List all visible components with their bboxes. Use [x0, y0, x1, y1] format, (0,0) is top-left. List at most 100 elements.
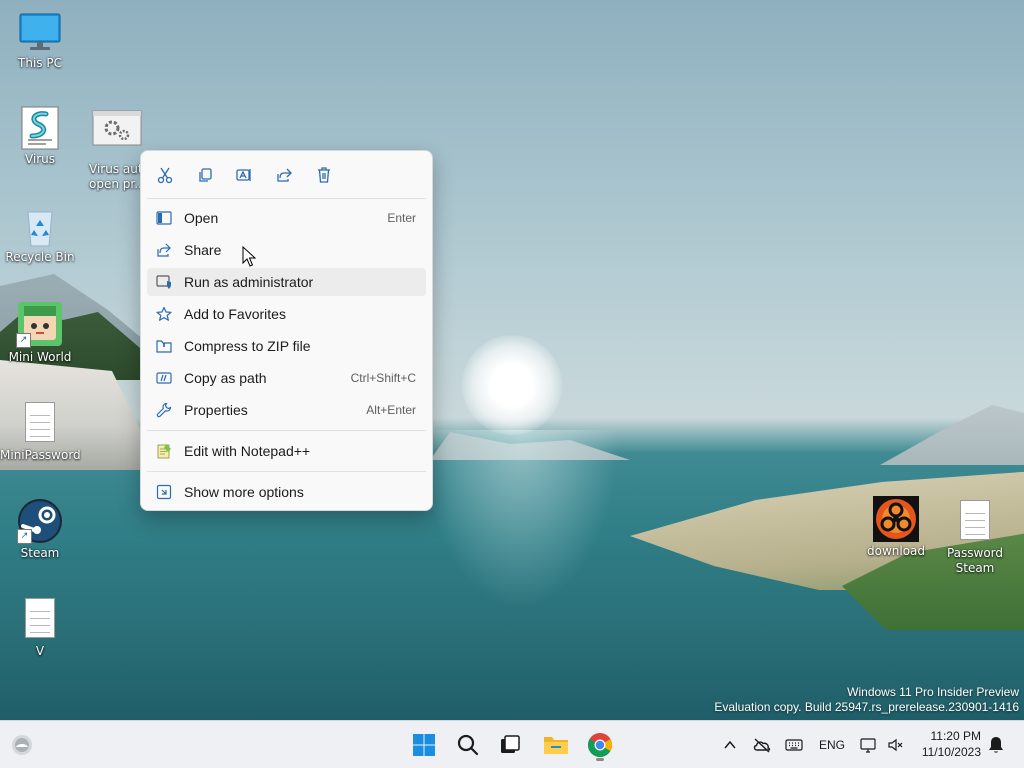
steam-icon: ↗ [17, 498, 63, 544]
context-menu: Open Enter Share Run as administrator Ad… [140, 150, 433, 511]
menu-item-label: Properties [184, 402, 248, 418]
text-file-icon [18, 598, 62, 642]
mini-world-icon: ↗ [16, 300, 64, 348]
menu-separator [147, 198, 426, 199]
onedrive-button[interactable] [752, 735, 772, 755]
more-options-icon [155, 483, 173, 501]
menu-item-properties[interactable]: Properties Alt+Enter [147, 396, 426, 424]
clock-time: 11:20 PM [930, 729, 981, 743]
chrome-icon [587, 733, 612, 758]
bell-icon [989, 737, 1003, 753]
widgets-button[interactable] [6, 729, 38, 761]
desktop-icon-v[interactable]: V [0, 598, 80, 659]
speaker-muted-icon [888, 738, 903, 752]
path-icon [155, 369, 173, 387]
desktop-icon-label: V [35, 644, 45, 658]
menu-item-show-more-options[interactable]: Show more options [147, 478, 426, 506]
menu-item-label: Edit with Notepad++ [184, 443, 311, 459]
text-file-icon [953, 500, 997, 544]
shortcut-arrow-icon: ↗ [17, 529, 32, 544]
desktop-icon-steam[interactable]: ↗ Steam [0, 498, 80, 561]
desktop-icon-password-steam[interactable]: Password Steam [935, 500, 1015, 576]
task-view-icon [501, 735, 520, 753]
copy-icon [199, 168, 212, 182]
watermark-line-2: Evaluation copy. Build 25947.rs_prerelea… [714, 700, 1019, 714]
chevron-up-icon [724, 740, 736, 749]
biohazard-icon [873, 496, 919, 542]
share-button[interactable] [270, 163, 298, 187]
menu-item-share[interactable]: Share [147, 236, 426, 264]
chrome-running-indicator [596, 758, 604, 761]
desktop-icon-recycle-bin[interactable]: Recycle Bin [0, 204, 80, 265]
menu-item-compress-zip[interactable]: Compress to ZIP file [147, 332, 426, 360]
menu-item-run-as-administrator[interactable]: Run as administrator [147, 268, 426, 296]
wallpaper-mountain-right [880, 405, 1024, 465]
cut-icon [157, 167, 173, 184]
menu-item-shortcut: Enter [387, 211, 416, 225]
menu-item-label: Run as administrator [184, 274, 314, 290]
windows-watermark: Windows 11 Pro Insider Preview Evaluatio… [714, 685, 1019, 715]
menu-item-shortcut: Ctrl+Shift+C [350, 371, 416, 385]
show-hidden-icons-button[interactable] [720, 735, 740, 755]
menu-item-label: Show more options [184, 484, 304, 500]
rename-button[interactable] [230, 163, 258, 187]
shield-icon [155, 273, 173, 291]
mouse-cursor-icon [242, 246, 256, 267]
copy-button[interactable] [191, 163, 219, 187]
menu-item-add-to-favorites[interactable]: Add to Favorites [147, 300, 426, 328]
context-menu-toolbar [141, 151, 432, 198]
wallpaper-sun [462, 335, 562, 435]
desktop-icon-this-pc[interactable]: This PC [0, 10, 80, 71]
volume-button[interactable] [886, 735, 906, 755]
monitor-icon [18, 10, 62, 54]
start-button[interactable] [408, 729, 440, 761]
rename-icon [236, 169, 251, 181]
network-button[interactable] [859, 735, 879, 755]
menu-item-open[interactable]: Open Enter [147, 204, 426, 232]
clock-date: 11/10/2023 [921, 745, 981, 759]
desktop-icon-download[interactable]: download [856, 496, 936, 559]
share-icon [277, 168, 292, 182]
notifications-button[interactable] [986, 735, 1006, 755]
wrench-icon [155, 401, 173, 419]
settings-file-icon [92, 110, 142, 154]
touch-keyboard-button[interactable] [784, 735, 804, 755]
menu-item-label: Copy as path [184, 370, 267, 386]
menu-separator [147, 430, 426, 431]
share-icon [155, 241, 173, 259]
windows-logo-icon [413, 734, 435, 756]
menu-item-copy-as-path[interactable]: Copy as path Ctrl+Shift+C [147, 364, 426, 392]
menu-item-edit-notepadpp[interactable]: Edit with Notepad++ [147, 437, 426, 465]
taskbar-clock[interactable]: 11:20 PM 11/10/2023 [922, 728, 981, 760]
desktop-icon-mini-world[interactable]: ↗ Mini World [0, 300, 80, 365]
notepadpp-icon [155, 442, 173, 460]
taskbar: ENG 11:20 PM 11/10/2023 [0, 720, 1024, 768]
menu-item-label: Compress to ZIP file [184, 338, 311, 354]
chrome-button[interactable] [584, 729, 616, 761]
desktop-icon-label: Steam [20, 546, 60, 560]
cloud-offline-icon [753, 738, 771, 753]
menu-item-label: Open [184, 210, 219, 226]
desktop-icon-label: This PC [18, 56, 62, 70]
script-file-icon [18, 106, 62, 150]
desktop-icon-minipassword[interactable]: MiniPassword [0, 402, 81, 463]
delete-button[interactable] [310, 163, 338, 187]
menu-item-label: Add to Favorites [184, 306, 286, 322]
search-button[interactable] [452, 729, 484, 761]
desktop-icon-label: Mini World [8, 350, 72, 364]
task-view-button[interactable] [494, 729, 526, 761]
delete-icon [318, 167, 330, 183]
desktop-icon-virus[interactable]: Virus [0, 106, 80, 167]
keyboard-icon [785, 739, 803, 751]
network-monitor-icon [860, 738, 876, 753]
desktop-icon-label: Virus [24, 152, 56, 166]
shortcut-arrow-icon: ↗ [16, 333, 31, 348]
cut-button[interactable] [151, 163, 179, 187]
star-icon [155, 305, 173, 323]
text-file-icon [18, 402, 62, 446]
open-icon [155, 209, 173, 227]
language-indicator[interactable]: ENG [816, 735, 848, 755]
watermark-line-1: Windows 11 Pro Insider Preview [847, 685, 1019, 699]
file-explorer-button[interactable] [540, 729, 572, 761]
menu-item-shortcut: Alt+Enter [366, 403, 416, 417]
